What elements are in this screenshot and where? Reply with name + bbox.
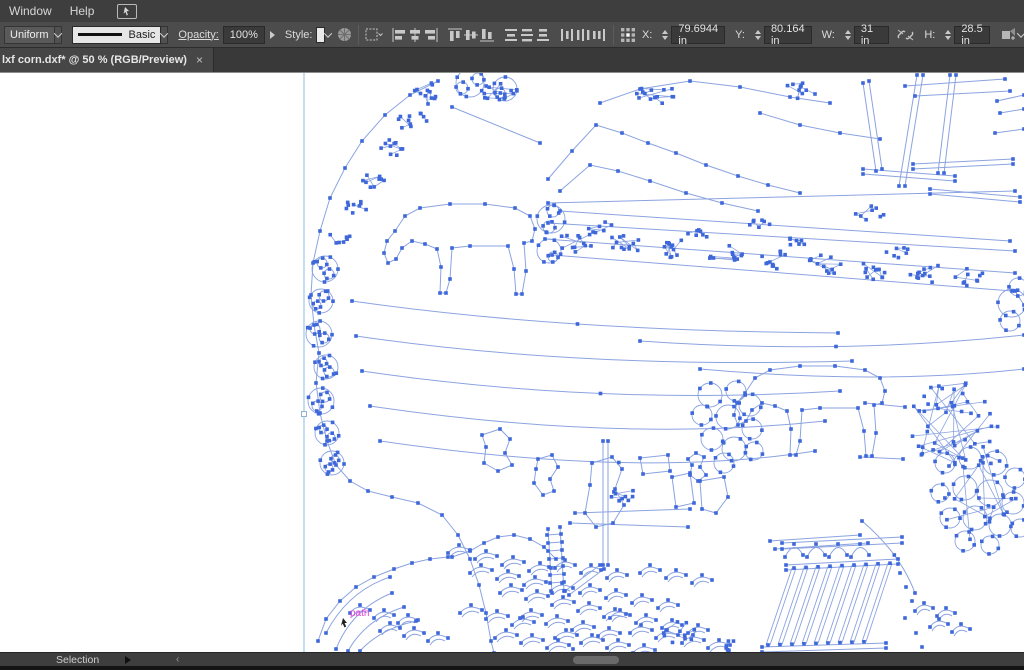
recolor-artwork-icon[interactable] [337,26,352,44]
constrain-proportions-broken-link-icon[interactable] [897,26,914,44]
align-horizontal-center-icon[interactable] [407,26,423,44]
h-stepper[interactable] [945,30,951,40]
transform-chevron-icon[interactable] [1018,26,1024,44]
y-stepper[interactable] [755,30,761,40]
style-swatch[interactable] [316,27,324,43]
y-input[interactable]: 80.164 in [764,26,812,44]
w-input[interactable]: 31 in [854,26,889,44]
w-label: W: [822,29,835,41]
variable-width-chevron-icon[interactable] [55,26,62,44]
style-chevron-icon[interactable] [325,26,331,44]
stroke-style-value: Basic [129,29,156,41]
window-bottom-edge [0,666,1024,670]
distribute-vertical-top-icon[interactable] [503,26,519,44]
opacity-value: 100% [230,29,258,41]
arrange-documents-icon[interactable] [117,4,137,19]
horizontal-scrollbar-track[interactable] [185,655,1024,665]
x-value: 79.6944 in [678,23,718,47]
horizontal-scrollbar-thumb[interactable] [573,656,619,664]
status-bar: Selection [0,653,166,667]
scroll-left-arrow-icon[interactable]: ‹ [176,654,179,665]
y-label: Y: [735,29,745,41]
distribute-vertical-center-icon[interactable] [519,26,535,44]
status-flyout-icon[interactable] [125,656,131,664]
distribute-horizontal-right-icon[interactable] [591,26,607,44]
status-scroll-bar: Selection ‹ [0,652,1024,666]
opacity-label[interactable]: Opacity: [178,29,218,41]
menu-window[interactable]: Window [0,0,61,22]
variable-width-value: Uniform [10,29,49,41]
opacity-slider-arrow-icon[interactable] [270,31,275,39]
stroke-style-select[interactable]: Basic [72,26,162,44]
x-input[interactable]: 79.6944 in [671,26,725,44]
distribute-horizontal-center-icon[interactable] [575,26,591,44]
separator [358,25,359,45]
x-stepper[interactable] [662,30,668,40]
canvas-area[interactable]: path [0,72,1024,652]
align-vertical-top-icon[interactable] [447,26,463,44]
align-vertical-center-icon[interactable] [463,26,479,44]
variable-width-select[interactable]: Uniform [4,26,55,44]
stroke-preview-line [78,33,122,36]
h-label: H: [924,29,935,41]
stroke-style-chevron-icon[interactable] [161,26,168,44]
x-label: X: [642,29,652,41]
align-to-selection-icon[interactable] [365,26,383,44]
align-horizontal-right-icon[interactable] [423,26,439,44]
style-label: Style: [285,29,313,41]
status-tool-label: Selection [56,654,99,666]
svg-text:path: path [350,608,369,619]
menu-bar: Window Help [0,0,1024,22]
w-value: 31 in [861,23,882,47]
document-tab[interactable]: lxf corn.dxf* @ 50 % (RGB/Preview) × [0,48,214,72]
h-value: 28.5 in [961,23,982,47]
tab-close-icon[interactable]: × [196,53,203,67]
separator [613,25,614,45]
canvas-artwork[interactable]: path [0,73,1024,653]
w-stepper[interactable] [845,30,851,40]
opacity-input[interactable]: 100% [223,26,265,44]
menu-help[interactable]: Help [61,0,104,22]
document-tab-bar: lxf corn.dxf* @ 50 % (RGB/Preview) × [0,48,1024,72]
control-bar: Uniform Basic Opacity: 100% Style: [0,22,1024,48]
document-tab-title: lxf corn.dxf* @ 50 % (RGB/Preview) [2,54,187,66]
y-value: 80.164 in [771,23,805,47]
distribute-vertical-bottom-icon[interactable] [535,26,551,44]
distribute-horizontal-left-icon[interactable] [559,26,575,44]
h-input[interactable]: 28.5 in [954,26,989,44]
align-horizontal-left-icon[interactable] [391,26,407,44]
reference-point-icon[interactable] [620,26,636,44]
align-vertical-bottom-icon[interactable] [479,26,495,44]
transform-menu-icon[interactable] [1000,26,1018,44]
